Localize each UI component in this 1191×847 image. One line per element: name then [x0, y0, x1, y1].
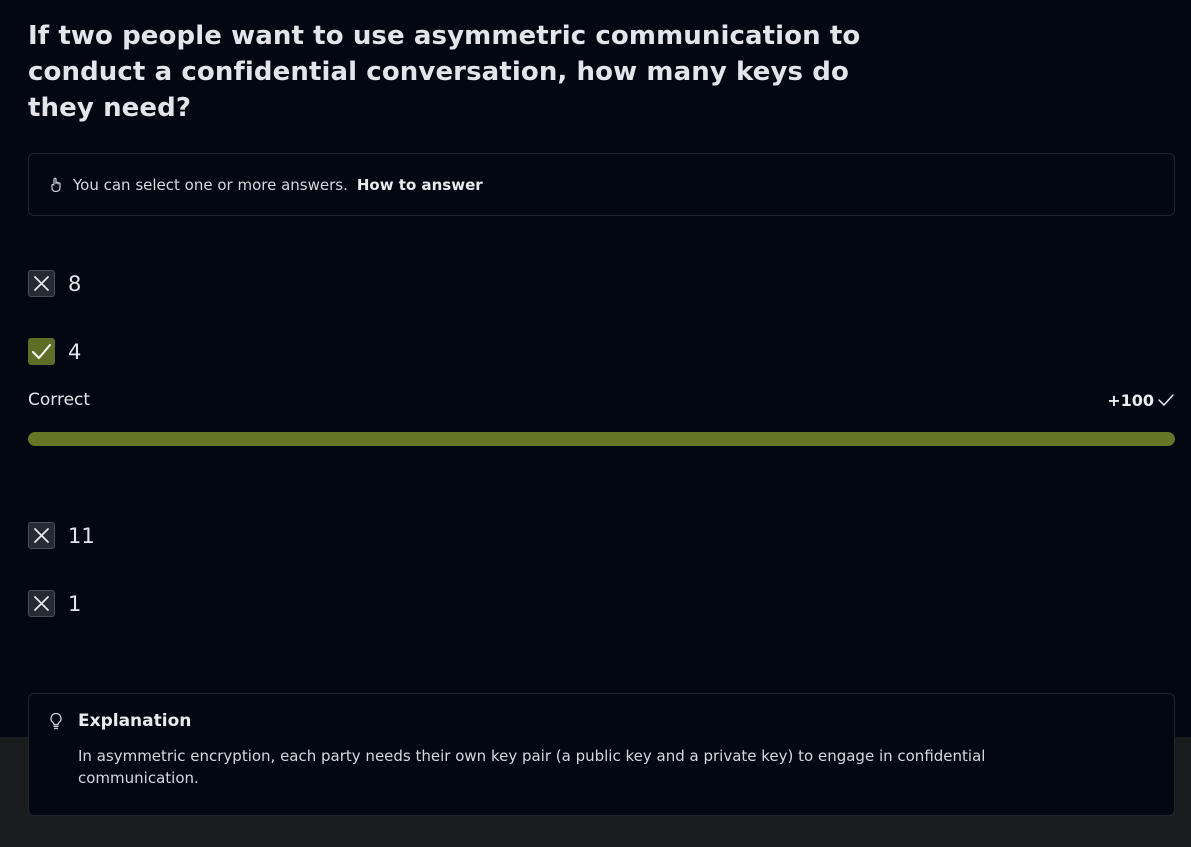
answer-option-4[interactable]: 4 — [28, 338, 81, 365]
points-value: +100 — [1107, 390, 1154, 410]
answer-option-1[interactable]: 1 — [28, 590, 81, 617]
lightbulb-icon — [49, 712, 63, 734]
check-icon — [1158, 394, 1174, 407]
hint-text: You can select one or more answers. — [73, 175, 348, 194]
checkmark-icon — [28, 338, 55, 365]
x-mark-icon — [28, 590, 55, 617]
result-row: Correct +100 — [28, 389, 1175, 411]
result-progress-bar — [28, 432, 1175, 446]
x-mark-icon — [28, 522, 55, 549]
option-label: 4 — [68, 339, 82, 364]
x-mark-icon — [28, 270, 55, 297]
result-label: Correct — [28, 390, 91, 410]
option-label: 11 — [68, 523, 95, 548]
hint-box: You can select one or more answers. How … — [28, 153, 1175, 216]
question-title: If two people want to use asymmetric com… — [28, 21, 861, 123]
hand-pointer-icon — [49, 177, 63, 193]
answer-option-11[interactable]: 11 — [28, 522, 95, 549]
explanation-panel: Explanation In asymmetric encryption, ea… — [28, 693, 1175, 816]
points-badge: +100 — [1107, 391, 1175, 410]
how-to-answer-link[interactable]: How to answer — [357, 176, 483, 194]
option-label: 8 — [68, 271, 82, 296]
explanation-title: Explanation — [78, 711, 192, 731]
quiz-panel: If two people want to use asymmetric com… — [0, 0, 1191, 737]
explanation-body: In asymmetric encryption, each party nee… — [78, 747, 986, 787]
option-label: 1 — [68, 591, 82, 616]
answer-option-8[interactable]: 8 — [28, 270, 81, 297]
progress-fill — [28, 432, 1175, 446]
